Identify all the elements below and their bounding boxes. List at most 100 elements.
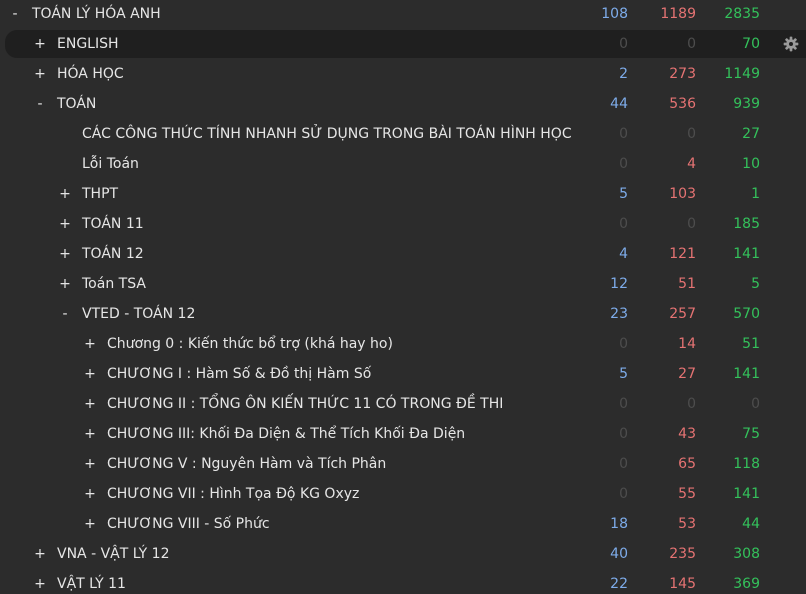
new-count: 44	[610, 96, 628, 112]
new-count: 108	[601, 6, 628, 22]
due-count: 70	[742, 36, 760, 52]
new-count: 22	[610, 576, 628, 592]
expand-toggle[interactable]: +	[83, 389, 97, 419]
deck-row-chuong-ii-tong-on-kien-thuc-11-co-trong-de-thi[interactable]: + CHƯƠNG II : TỔNG ÔN KIẾN THỨC 11 CÓ TRO…	[0, 389, 806, 419]
learn-count: 1189	[660, 6, 696, 22]
deck-row-toan[interactable]: - TOÁN 44 536 939	[0, 89, 806, 119]
expand-toggle[interactable]: +	[58, 239, 72, 269]
new-count: 0	[619, 486, 628, 502]
deck-name[interactable]: CÁC CÔNG THỨC TÍNH NHANH SỬ DỤNG TRONG B…	[82, 119, 572, 149]
learn-count: 65	[678, 456, 696, 472]
deck-name[interactable]: CHƯƠNG V : Nguyên Hàm và Tích Phân	[107, 449, 386, 479]
deck-row-vat-ly-11[interactable]: + VẬT LÝ 11 22 145 369	[0, 569, 806, 594]
new-count: 0	[619, 36, 628, 52]
deck-row-chuong-iii-khoi-da-dien-the-tich-khoi-da-dien[interactable]: + CHƯƠNG III: Khối Đa Diện & Thể Tích Khố…	[0, 419, 806, 449]
due-count: 0	[751, 396, 760, 412]
deck-name[interactable]: CHƯƠNG II : TỔNG ÔN KIẾN THỨC 11 CÓ TRON…	[107, 389, 503, 419]
deck-row-english[interactable]: + ENGLISH 0 0 70	[0, 29, 806, 59]
learn-count: 0	[687, 216, 696, 232]
deck-name[interactable]: CHƯƠNG VIII - Số Phức	[107, 509, 270, 539]
learn-count: 14	[678, 336, 696, 352]
deck-name[interactable]: TOÁN 11	[82, 209, 144, 239]
learn-count: 4	[687, 156, 696, 172]
expand-toggle[interactable]: +	[83, 329, 97, 359]
new-count: 5	[619, 186, 628, 202]
expand-toggle[interactable]: +	[33, 539, 47, 569]
deck-row-cac-cong-thuc-tinh-nhanh-su-dung-trong-bai-toan-hinh-hoc[interactable]: CÁC CÔNG THỨC TÍNH NHANH SỬ DỤNG TRONG B…	[0, 119, 806, 149]
new-count: 0	[619, 426, 628, 442]
deck-row-hoa-hoc[interactable]: + HÓA HỌC 2 273 1149	[0, 59, 806, 89]
deck-name[interactable]: THPT	[82, 179, 118, 209]
new-count: 0	[619, 126, 628, 142]
deck-name[interactable]: HÓA HỌC	[57, 59, 124, 89]
collapse-toggle[interactable]: -	[33, 89, 47, 119]
deck-row-chuong-0-kien-thuc-bo-tro-kha-hay-ho[interactable]: + Chương 0 : Kiến thức bổ trợ (khá hay ho…	[0, 329, 806, 359]
deck-name[interactable]: TOÁN 12	[82, 239, 144, 269]
learn-count: 121	[669, 246, 696, 262]
new-count: 0	[619, 216, 628, 232]
deck-row-vna-vat-ly-12[interactable]: + VNA - VẬT LÝ 12 40 235 308	[0, 539, 806, 569]
expand-toggle[interactable]: +	[33, 569, 47, 594]
due-count: 939	[733, 96, 760, 112]
expand-toggle[interactable]: +	[83, 449, 97, 479]
deck-name[interactable]: VẬT LÝ 11	[57, 569, 126, 594]
expand-toggle[interactable]: +	[33, 29, 47, 59]
learn-count: 53	[678, 516, 696, 532]
due-count: 1	[751, 186, 760, 202]
due-count: 27	[742, 126, 760, 142]
expand-toggle[interactable]: +	[33, 59, 47, 89]
collapse-toggle[interactable]: -	[8, 0, 22, 29]
deck-row-toan-12[interactable]: + TOÁN 12 4 121 141	[0, 239, 806, 269]
deck-name[interactable]: TOÁN LÝ HÓA ANH	[32, 0, 161, 29]
expand-toggle[interactable]: +	[58, 269, 72, 299]
deck-tree: - TOÁN LÝ HÓA ANH 108 1189 2835 + ENGLISH 0 0 70 +…	[0, 0, 806, 594]
deck-name[interactable]: TOÁN	[57, 89, 96, 119]
deck-row-chuong-i-ham-so-do-thi-ham-so[interactable]: + CHƯƠNG I : Hàm Số & Đồ thị Hàm Số 5 27 141	[0, 359, 806, 389]
deck-name[interactable]: CHƯƠNG I : Hàm Số & Đồ thị Hàm Số	[107, 359, 371, 389]
collapse-toggle[interactable]: -	[58, 299, 72, 329]
learn-count: 0	[687, 126, 696, 142]
deck-name[interactable]: ENGLISH	[57, 29, 119, 59]
deck-row-toan-ly-hoa-anh[interactable]: - TOÁN LÝ HÓA ANH 108 1189 2835	[0, 0, 806, 29]
deck-row-chuong-vii-hinh-toa-do-kg-oxyz[interactable]: + CHƯƠNG VII : Hình Tọa Độ KG Oxyz 0 55 141	[0, 479, 806, 509]
learn-count: 145	[669, 576, 696, 592]
due-count: 2835	[724, 6, 760, 22]
expand-toggle[interactable]: +	[83, 419, 97, 449]
expand-toggle[interactable]: +	[83, 479, 97, 509]
deck-row-chuong-v-nguyen-ham-va-tich-phan[interactable]: + CHƯƠNG V : Nguyên Hàm và Tích Phân 0 65 11…	[0, 449, 806, 479]
new-count: 0	[619, 456, 628, 472]
deck-row-toan-tsa[interactable]: + Toán TSA 12 51 5	[0, 269, 806, 299]
learn-count: 55	[678, 486, 696, 502]
due-count: 570	[733, 306, 760, 322]
expand-toggle[interactable]: +	[58, 179, 72, 209]
due-count: 118	[733, 456, 760, 472]
deck-row-loi-toan[interactable]: Lỗi Toán 0 4 10	[0, 149, 806, 179]
deck-row-toan-11[interactable]: + TOÁN 11 0 0 185	[0, 209, 806, 239]
due-count: 141	[733, 366, 760, 382]
new-count: 23	[610, 306, 628, 322]
new-count: 12	[610, 276, 628, 292]
due-count: 141	[733, 246, 760, 262]
due-count: 308	[733, 546, 760, 562]
deck-name[interactable]: CHƯƠNG III: Khối Đa Diện & Thể Tích Khối…	[107, 419, 465, 449]
expand-toggle[interactable]: +	[58, 209, 72, 239]
deck-name[interactable]: Toán TSA	[82, 269, 146, 299]
due-count: 1149	[724, 66, 760, 82]
new-count: 0	[619, 156, 628, 172]
deck-row-thpt[interactable]: + THPT 5 103 1	[0, 179, 806, 209]
gear-icon[interactable]	[783, 36, 799, 52]
deck-name[interactable]: VTED - TOÁN 12	[82, 299, 195, 329]
deck-name[interactable]: Lỗi Toán	[82, 149, 139, 179]
deck-name[interactable]: VNA - VẬT LÝ 12	[57, 539, 170, 569]
due-count: 369	[733, 576, 760, 592]
deck-name[interactable]: CHƯƠNG VII : Hình Tọa Độ KG Oxyz	[107, 479, 359, 509]
due-count: 44	[742, 516, 760, 532]
new-count: 0	[619, 336, 628, 352]
expand-toggle[interactable]: +	[83, 509, 97, 539]
deck-name[interactable]: Chương 0 : Kiến thức bổ trợ (khá hay ho)	[107, 329, 393, 359]
deck-row-vted-toan-12[interactable]: - VTED - TOÁN 12 23 257 570	[0, 299, 806, 329]
learn-count: 43	[678, 426, 696, 442]
expand-toggle[interactable]: +	[83, 359, 97, 389]
deck-row-chuong-viii-so-phuc[interactable]: + CHƯƠNG VIII - Số Phức 18 53 44	[0, 509, 806, 539]
learn-count: 273	[669, 66, 696, 82]
